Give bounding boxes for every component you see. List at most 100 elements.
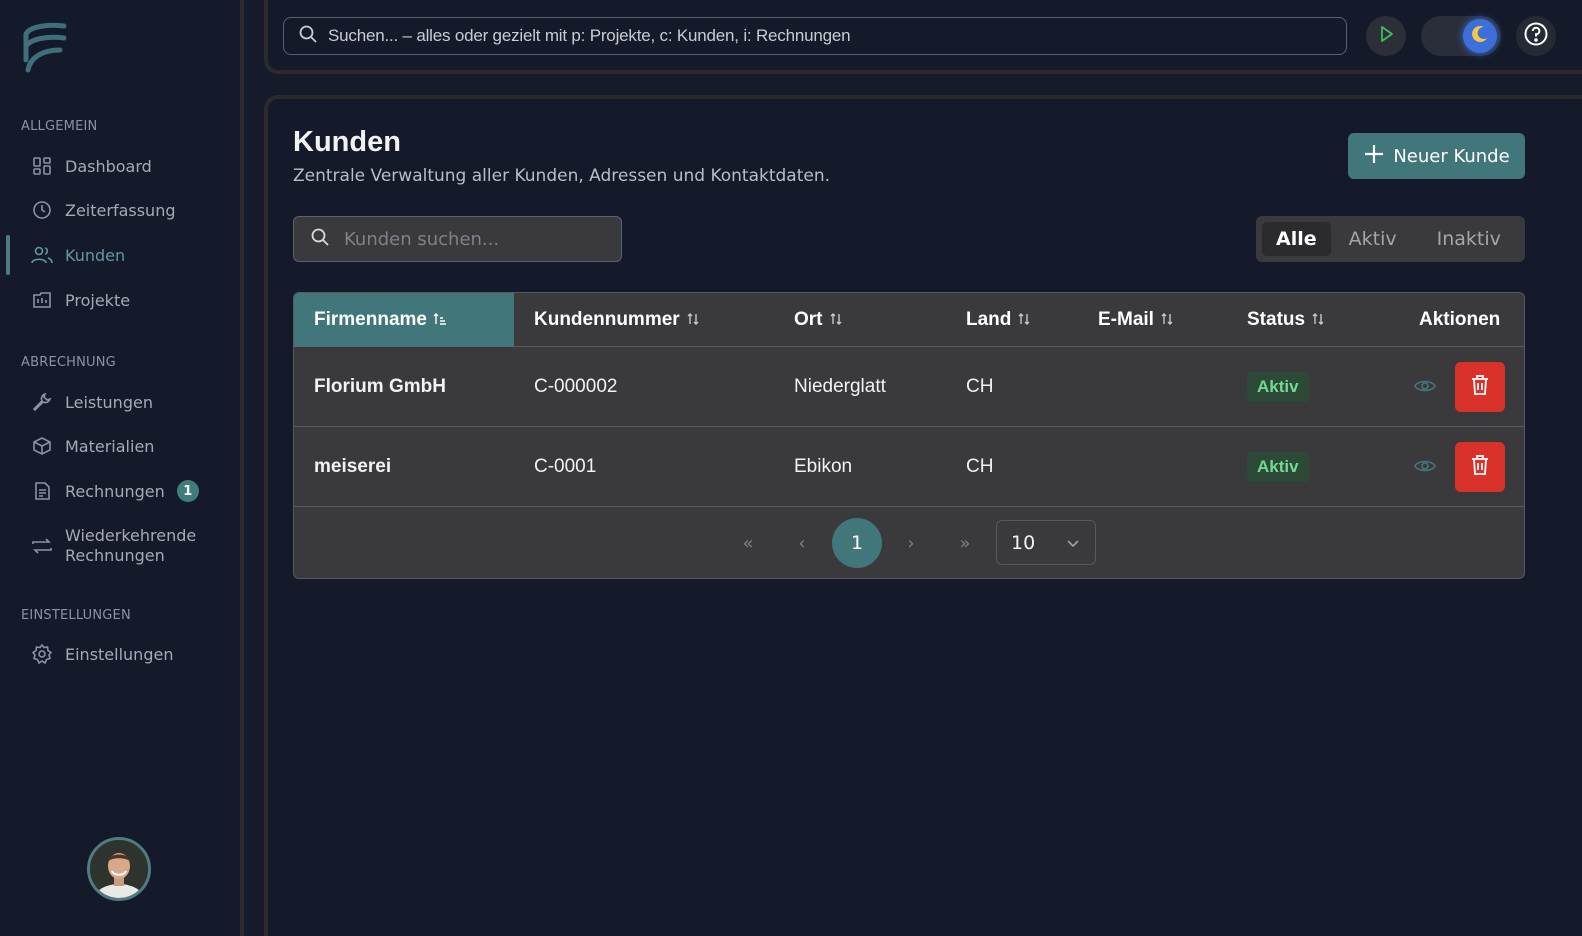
box-icon xyxy=(31,435,53,457)
help-icon xyxy=(1523,21,1549,51)
invoice-icon xyxy=(31,480,53,502)
sort-icon xyxy=(1160,312,1174,329)
sort-ascending-icon xyxy=(433,312,447,329)
cell-status: Aktiv xyxy=(1247,347,1309,427)
trash-icon xyxy=(1469,454,1491,480)
trash-icon xyxy=(1469,374,1491,400)
dashboard-icon xyxy=(31,155,53,177)
column-header-land[interactable]: Land xyxy=(966,293,1086,347)
delete-customer-button[interactable] xyxy=(1455,362,1505,412)
cell-status: Aktiv xyxy=(1247,427,1309,507)
wrench-icon xyxy=(31,391,53,413)
pagination: « ‹ 1 › » 10 xyxy=(294,507,1524,578)
plus-icon xyxy=(1363,142,1385,170)
avatar[interactable] xyxy=(87,837,151,901)
column-label: Ort xyxy=(794,309,823,330)
first-page-button[interactable]: « xyxy=(736,531,760,555)
cell-kundennummer: C-0001 xyxy=(534,456,597,477)
column-label: Kundennummer xyxy=(534,309,680,330)
cell-land: CH xyxy=(966,456,994,477)
global-search-input[interactable] xyxy=(328,26,1308,46)
sidebar-item-leistungen[interactable]: Leistungen xyxy=(0,382,240,422)
search-icon xyxy=(310,227,330,251)
sidebar-item-label: Wiederkehrende Rechnungen xyxy=(65,526,196,566)
sidebar-item-kunden[interactable]: Kunden xyxy=(0,235,240,275)
column-header-email[interactable]: E-Mail xyxy=(1098,293,1238,347)
eye-icon xyxy=(1414,460,1436,481)
sort-icon xyxy=(829,312,843,329)
sidebar-item-label: Einstellungen xyxy=(65,644,174,664)
global-search[interactable] xyxy=(283,17,1347,55)
prev-page-button[interactable]: ‹ xyxy=(790,531,814,555)
page-button-current[interactable]: 1 xyxy=(832,518,882,568)
sidebar-item-label: Dashboard xyxy=(65,156,152,176)
column-label: Aktionen xyxy=(1419,309,1501,330)
customer-search[interactable] xyxy=(293,216,622,262)
sort-icon xyxy=(1311,312,1325,329)
search-icon xyxy=(298,24,318,48)
sidebar-item-materialien[interactable]: Materialien xyxy=(0,426,240,466)
new-customer-button[interactable]: Neuer Kunde xyxy=(1348,133,1525,179)
section-title-abrechnung: ABRECHNUNG xyxy=(21,355,116,370)
sidebar-item-label: Kunden xyxy=(65,245,126,265)
table-row[interactable]: meiserei C-0001 Ebikon CH Aktiv xyxy=(294,427,1524,507)
gear-icon xyxy=(31,643,53,665)
sidebar-item-label: Rechnungen xyxy=(65,481,165,501)
customer-search-input[interactable] xyxy=(344,228,594,250)
sidebar-item-projekte[interactable]: Projekte xyxy=(0,280,240,320)
column-header-status[interactable]: Status xyxy=(1247,293,1377,347)
section-title-einstellungen: EINSTELLUNGEN xyxy=(21,608,131,623)
cell-firmenname: Florium GmbH xyxy=(314,376,446,397)
cell-ort: Niederglatt xyxy=(794,376,886,397)
unread-badge: 1 xyxy=(176,480,199,502)
app-logo[interactable] xyxy=(20,20,68,76)
sidebar-item-label: Projekte xyxy=(65,290,131,310)
users-icon xyxy=(31,244,53,266)
sidebar-item-label: Zeiterfassung xyxy=(65,200,176,220)
label-line-2: Rechnungen xyxy=(65,546,165,565)
cell-land: CH xyxy=(966,376,994,397)
page-size-select[interactable]: 10 xyxy=(996,520,1096,565)
sidebar: ALLGEMEIN Dashboard Zeiterfassung Kunden… xyxy=(0,0,244,936)
projects-icon xyxy=(31,289,53,311)
delete-customer-button[interactable] xyxy=(1455,442,1505,492)
chevron-down-icon xyxy=(1065,534,1081,556)
sort-icon xyxy=(1017,312,1031,329)
theme-toggle-knob xyxy=(1463,19,1497,53)
filter-alle[interactable]: Alle xyxy=(1262,222,1331,256)
help-button[interactable] xyxy=(1516,16,1556,56)
sidebar-item-zeiterfassung[interactable]: Zeiterfassung xyxy=(0,190,240,230)
play-icon xyxy=(1376,24,1396,48)
next-page-button[interactable]: › xyxy=(899,531,923,555)
column-label: Land xyxy=(966,309,1012,330)
theme-toggle[interactable] xyxy=(1421,16,1501,56)
view-customer-button[interactable] xyxy=(1414,455,1438,479)
filter-inaktiv[interactable]: Inaktiv xyxy=(1423,222,1515,256)
sidebar-item-label: Leistungen xyxy=(65,392,153,412)
sidebar-item-rechnungen[interactable]: Rechnungen 1 xyxy=(0,471,240,511)
filter-aktiv[interactable]: Aktiv xyxy=(1335,222,1411,256)
sidebar-item-dashboard[interactable]: Dashboard xyxy=(0,146,240,186)
last-page-button[interactable]: » xyxy=(953,531,977,555)
column-header-kundennummer[interactable]: Kundennummer xyxy=(534,293,774,347)
sidebar-item-label: Materialien xyxy=(65,436,155,456)
cell-firmenname: meiserei xyxy=(314,456,392,477)
page-subtitle: Zentrale Verwaltung aller Kunden, Adress… xyxy=(293,166,831,186)
view-customer-button[interactable] xyxy=(1414,375,1438,399)
moon-icon xyxy=(1470,24,1490,48)
column-header-ort[interactable]: Ort xyxy=(794,293,944,347)
column-label: Status xyxy=(1247,309,1306,330)
column-label: E-Mail xyxy=(1098,309,1154,330)
column-header-firmenname[interactable]: Firmenname xyxy=(294,293,514,347)
table-row[interactable]: Florium GmbH C-000002 Niederglatt CH Akt… xyxy=(294,347,1524,427)
page-title: Kunden xyxy=(293,126,401,158)
new-customer-label: Neuer Kunde xyxy=(1393,145,1510,167)
eye-icon xyxy=(1414,380,1436,401)
sidebar-item-wiederkehrende-rechnungen[interactable]: Wiederkehrende Rechnungen xyxy=(0,524,240,568)
status-badge: Aktiv xyxy=(1247,452,1309,482)
clock-icon xyxy=(31,199,53,221)
sidebar-item-einstellungen[interactable]: Einstellungen xyxy=(0,634,240,674)
column-label: Firmenname xyxy=(314,309,427,330)
status-badge: Aktiv xyxy=(1247,372,1309,402)
start-timer-button[interactable] xyxy=(1366,16,1406,56)
